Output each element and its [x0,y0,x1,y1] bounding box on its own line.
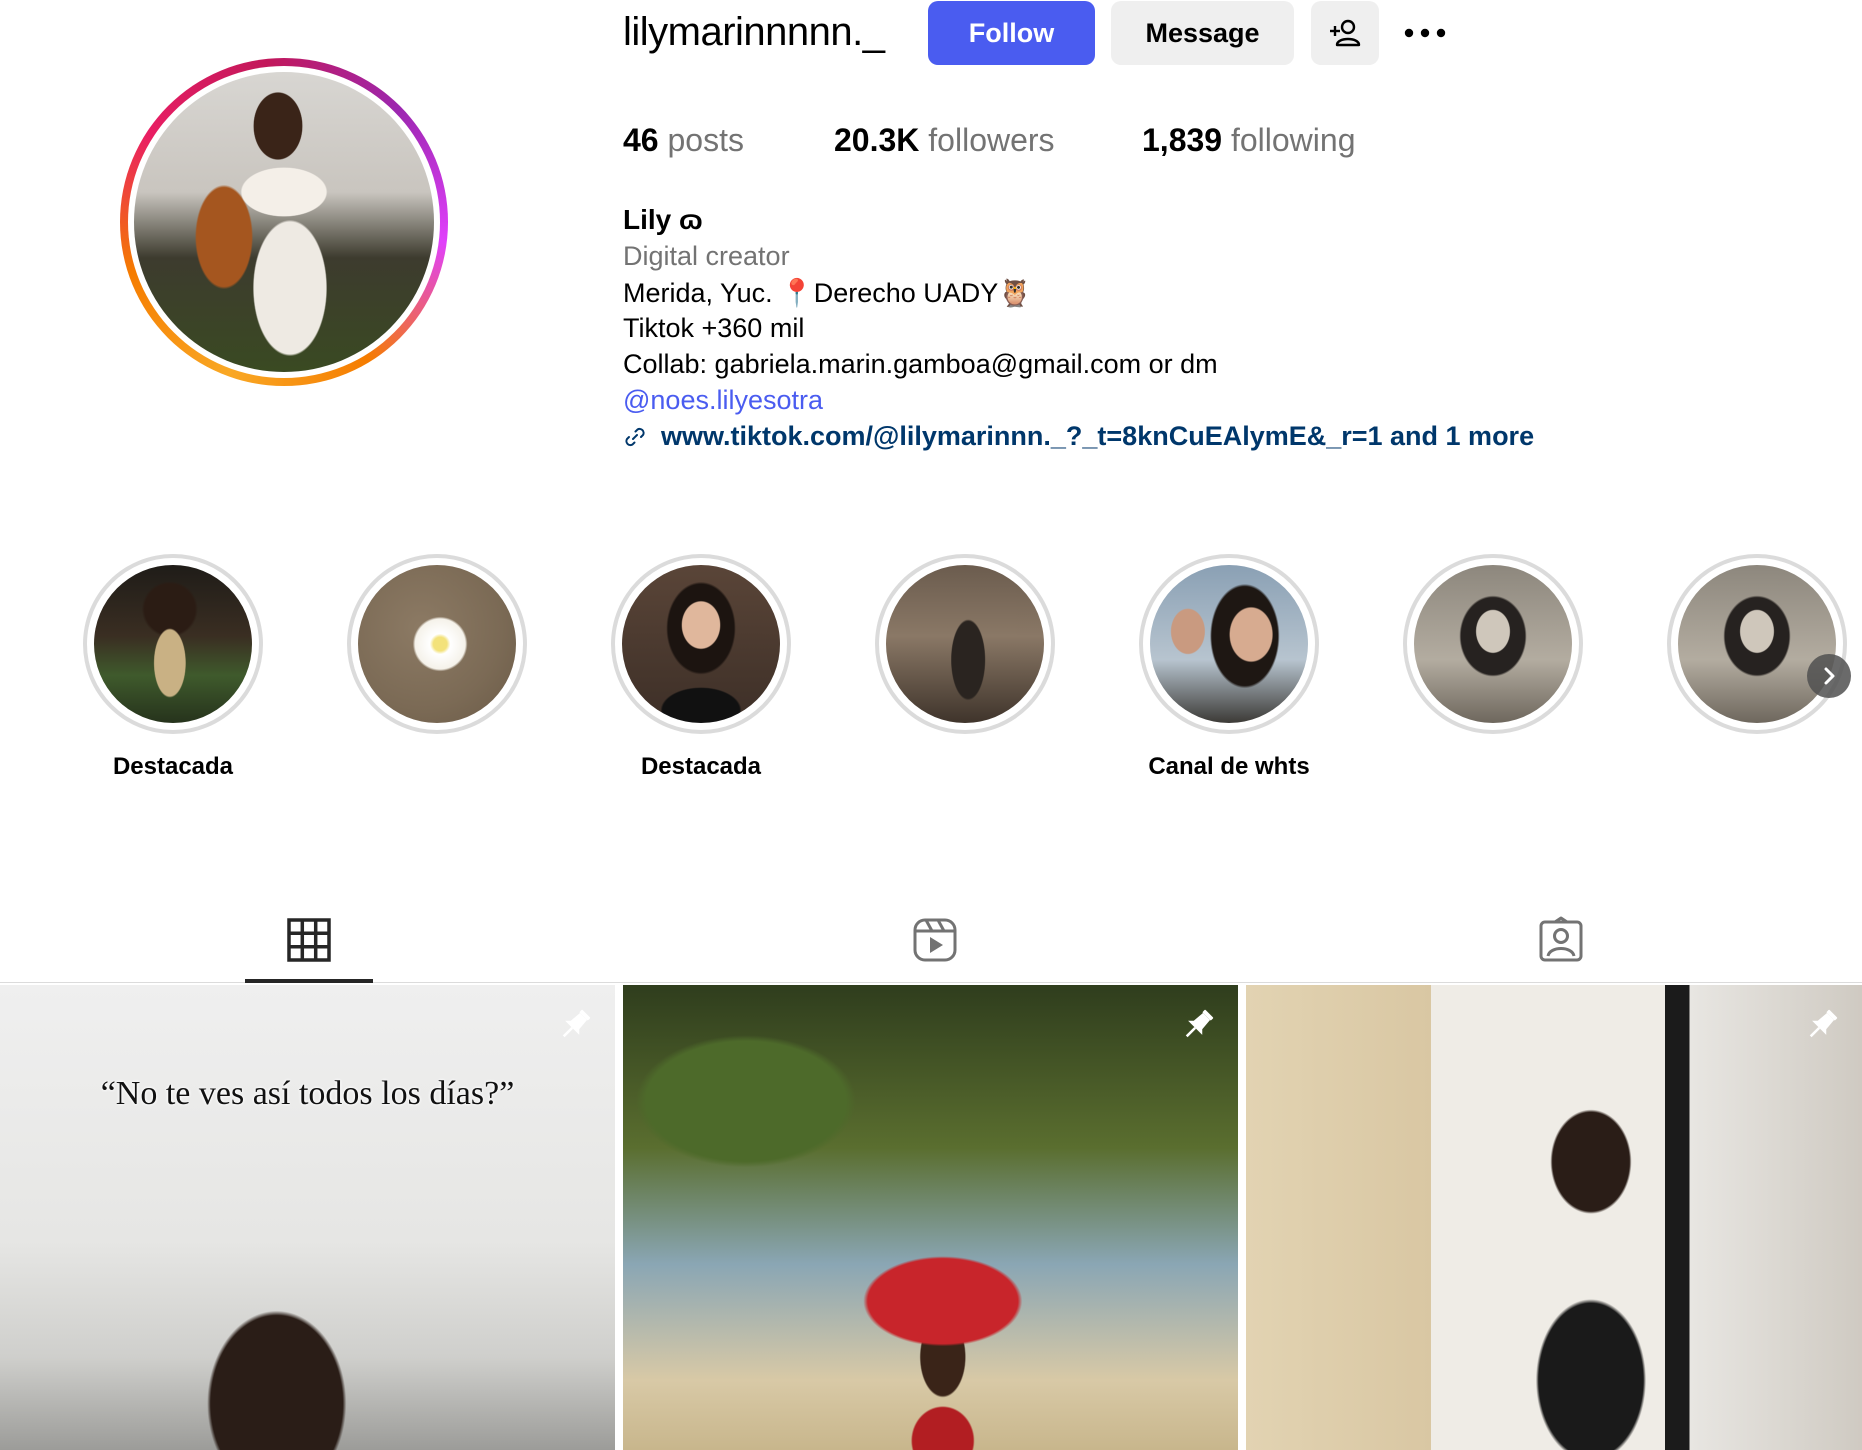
highlight-2-cover [358,565,516,723]
posts-count: 46 [623,122,659,158]
highlight-7[interactable] [1667,554,1847,734]
bio-display-name: Lily ɷ [623,204,703,235]
profile-username: lilymarinnnnn._ [623,10,885,54]
message-button[interactable]: Message [1111,1,1294,65]
highlight-7-cover [1678,565,1836,723]
followers-label: followers [928,122,1055,158]
highlight-5-label: Canal de whts [1148,753,1310,780]
posts-stat: 46 posts [623,122,744,159]
reels-icon [913,918,957,962]
highlight-6[interactable] [1403,554,1583,734]
highlight-2[interactable] [347,554,527,734]
bio-external-link-row[interactable]: www.tiktok.com/@lilymarinnn._?_t=8knCuEA… [623,421,1534,452]
bio-mention-link[interactable]: @noes.lilyesotra [623,385,823,416]
highlight-3-label: Destacada [640,753,762,780]
highlight-3[interactable] [611,554,791,734]
chevron-right-icon [1824,667,1835,685]
link-icon [625,427,645,446]
highlight-3-cover [622,565,780,723]
pin-icon [1185,1009,1214,1038]
suggest-accounts-button[interactable] [1311,1,1379,65]
highlight-5[interactable] [1139,554,1319,734]
highlight-5-cover [1150,565,1308,723]
following-stat[interactable]: 1,839 following [1142,122,1355,159]
post-tile-2[interactable] [623,985,1238,1450]
highlight-4-cover [886,565,1044,723]
follow-button[interactable]: Follow [928,1,1095,65]
following-count: 1,839 [1142,122,1223,158]
post-1-caption: “No te ves así todos los días?” [100,1075,515,1112]
highlights-next-button[interactable] [1807,654,1851,698]
highlight-4[interactable] [875,554,1055,734]
pin-icon [1809,1009,1838,1038]
more-icon [1404,28,1446,38]
grid-icon [287,918,331,962]
pin-icon [562,1009,591,1038]
post-tile-1[interactable]: “No te ves así todos los días?” [0,985,615,1450]
avatar[interactable] [134,72,434,372]
highlight-1[interactable] [83,554,263,734]
bio-external-link[interactable]: www.tiktok.com/@lilymarinnn._?_t=8knCuEA… [661,421,1534,452]
tab-tagged[interactable] [1537,916,1585,964]
bio-line-location: Merida, Yuc. 📍Derecho UADY🦉 [623,278,1032,308]
post-tile-3[interactable] [1246,985,1862,1450]
add-user-icon [1330,19,1361,47]
followers-count: 20.3K [834,122,920,158]
followers-stat[interactable]: 20.3K followers [834,122,1055,159]
tab-posts[interactable] [285,916,333,964]
tab-reels[interactable] [911,916,959,964]
highlight-1-cover [94,565,252,723]
bio-category: Digital creator [623,241,790,271]
bio-line-collab: Collab: gabriela.marin.gamboa@gmail.com … [623,349,1218,379]
bio-line-tiktok: Tiktok +360 mil [623,313,805,343]
highlight-1-label: Destacada [112,753,234,780]
highlight-6-cover [1414,565,1572,723]
active-tab-indicator [245,979,373,983]
tagged-icon [1539,916,1583,962]
more-options-button[interactable] [1400,8,1450,58]
following-label: following [1230,122,1356,158]
posts-label: posts [667,122,744,158]
